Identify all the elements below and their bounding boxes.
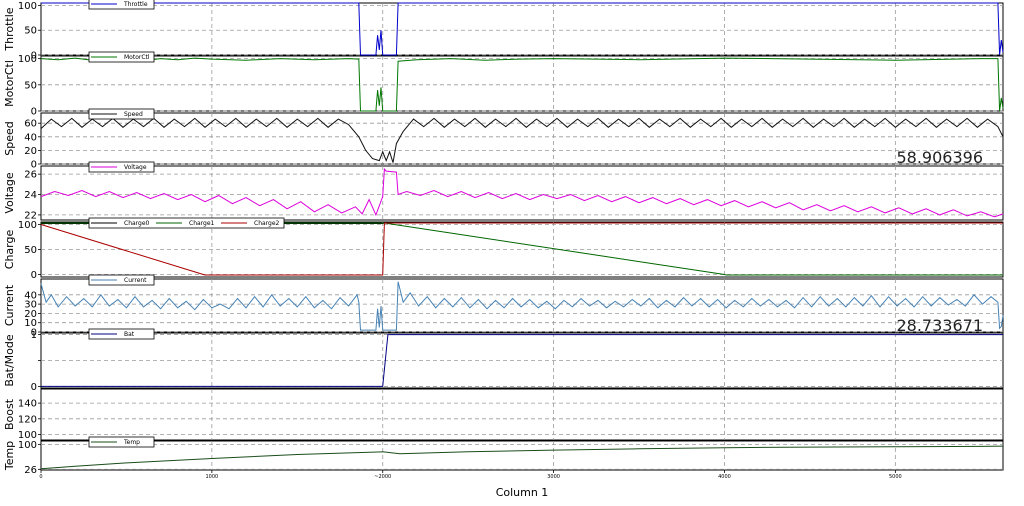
- legend-label: Speed: [124, 111, 143, 118]
- y-tick-label: 60: [24, 119, 37, 130]
- panel-batmode: 0 1 Bat/Mode Bat: [3, 328, 1004, 393]
- y-axis-label-voltage: Voltage: [3, 172, 16, 213]
- x-tick-label: 1000: [206, 474, 219, 480]
- chart-figure: 0 50 100 Throttle Throttle 0 50 100 MotorCtl Moto…: [0, 0, 1024, 502]
- plot-area-throttle: [40, 2, 1004, 56]
- panel-boost: 100120140Boost: [3, 388, 1004, 441]
- y-tick-label: 24: [24, 190, 37, 201]
- y-tick-label: 100: [18, 54, 37, 65]
- x-tick-label: ~2000: [374, 474, 391, 480]
- legend-label: Charge0: [124, 220, 150, 227]
- x-tick-label: 3000: [547, 474, 560, 480]
- x-tick-label: 5000: [889, 474, 902, 480]
- y-tick-label: 50: [24, 245, 37, 256]
- y-axis-label-batmode: Bat/Mode: [3, 334, 16, 387]
- y-tick-label: 120: [18, 414, 37, 425]
- y-tick-label: 40: [24, 132, 37, 143]
- plot-area-boost: [40, 388, 1004, 441]
- y-tick-label: 100: [18, 220, 37, 231]
- legend-label: Temp: [123, 439, 140, 446]
- panel-speed: 0 20 40 60 Speed Speed 58.906396: [3, 108, 1004, 171]
- plot-area-batmode: [40, 332, 1004, 389]
- legend-label: Voltage: [124, 164, 147, 171]
- plot-area-temp: [40, 440, 1004, 471]
- y-axis-label-charge: Charge: [3, 230, 16, 270]
- y-axis-label-throttle: Throttle: [3, 7, 16, 51]
- y-tick-label: 0: [31, 107, 37, 118]
- plot-area-speed: [40, 112, 1004, 165]
- y-tick-label: 26: [24, 465, 37, 476]
- y-tick-label: 40: [24, 290, 37, 301]
- legend-label: Throttle: [123, 1, 148, 8]
- panel-voltage: 222426VoltageVoltage: [3, 161, 1004, 221]
- x-tick-label: 0: [39, 474, 42, 480]
- plot-area-motorctl: [40, 55, 1004, 112]
- y-tick-label: 50: [24, 26, 37, 37]
- y-tick-label: 1: [31, 330, 37, 341]
- readout-value-current: 28.733671: [896, 316, 983, 335]
- y-axis-label-temp: Temp: [3, 441, 16, 471]
- y-axis-label-speed: Speed: [3, 121, 16, 155]
- y-axis-label-boost: Boost: [3, 398, 16, 430]
- legend-label: Bat: [124, 331, 135, 338]
- x-tick-label: 4000: [718, 474, 731, 480]
- y-tick-label: 0: [31, 382, 37, 393]
- y-tick-label: 26: [24, 170, 37, 181]
- legend-label: Current: [124, 277, 147, 284]
- panel-temp: 26100Temp Temp: [3, 436, 1004, 476]
- legend-label: MotorCtl: [124, 54, 150, 61]
- panel-charge: 0 50 100Charge Charge0 Charge1 Charge2: [3, 217, 1004, 281]
- y-tick-label: 0: [31, 270, 37, 281]
- readout-value-speed: 58.906396: [896, 148, 983, 167]
- x-axis-label: Column 1: [496, 486, 549, 499]
- chart-svg: 050100ThrottleThrottle050100MotorCtlMoto…: [3, 0, 1004, 499]
- y-tick-label: 100: [18, 440, 37, 451]
- y-tick-label: 140: [18, 399, 37, 410]
- y-axis-label-current: Current: [3, 284, 16, 326]
- y-tick-label: 50: [24, 80, 37, 91]
- legend-label: Charge2: [254, 220, 280, 227]
- y-tick-label: 20: [24, 146, 37, 157]
- y-tick-label: 100: [18, 1, 37, 12]
- y-axis-label-motorctl: MotorCtl: [3, 60, 16, 107]
- legend-label: Charge1: [189, 220, 215, 227]
- panel-motorctl: 050100MotorCtlMotorCtl: [3, 51, 1004, 118]
